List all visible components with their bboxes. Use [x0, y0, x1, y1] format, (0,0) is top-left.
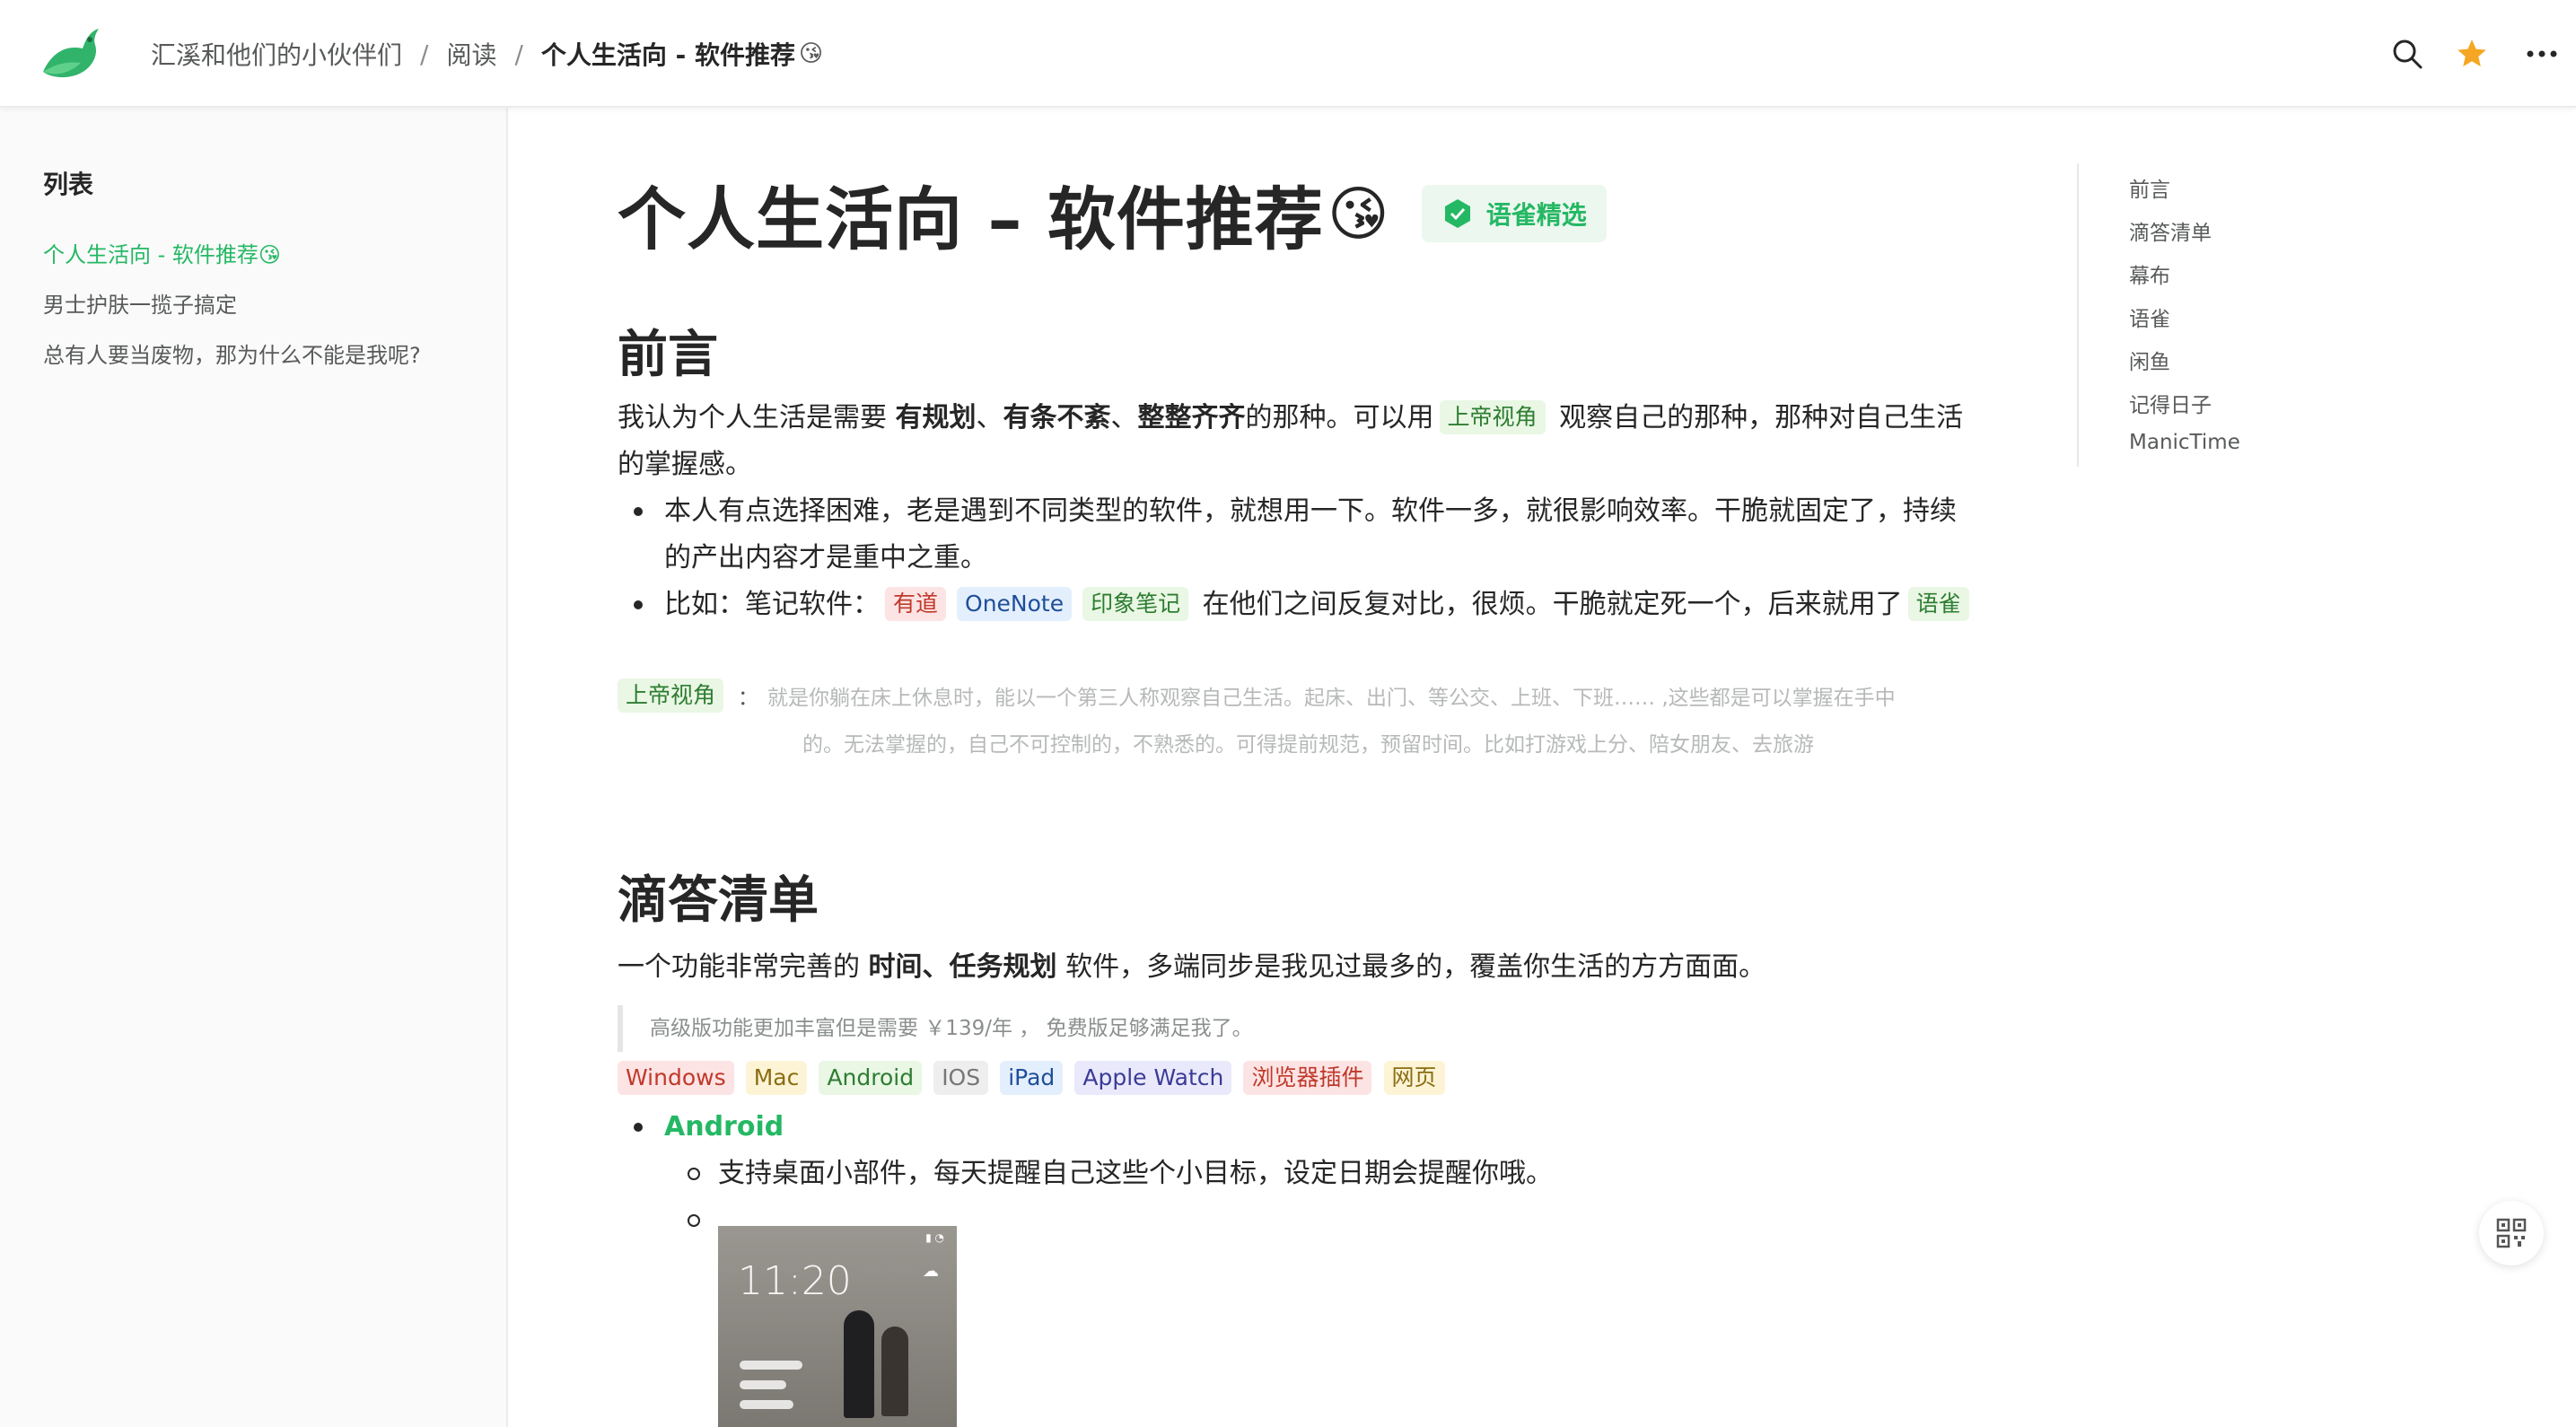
- text: 、: [976, 402, 1003, 433]
- preface-paragraph: 我认为个人生活是需要 有规划、有条不紊、整整齐齐的那种。可以用 上帝视角 观察自己…: [618, 395, 1982, 488]
- more-icon[interactable]: [2522, 34, 2562, 74]
- toc-item-jide-rizi[interactable]: 记得日子: [2129, 388, 2212, 418]
- tag-god-view: 上帝视角: [1439, 400, 1546, 434]
- note-text-1: 就是你躺在床上休息时，能以一个第三人称观察自己生活。起床、出门、等公交、上班、下…: [767, 687, 1896, 710]
- text: 的那种。可以用: [1245, 402, 1434, 433]
- breadcrumb-emoji: 😘: [799, 40, 824, 67]
- search-icon[interactable]: [2388, 34, 2427, 74]
- shield-check-icon: [1444, 199, 1470, 228]
- tag-ios: IOS: [933, 1061, 989, 1095]
- sidebar-title: 列表: [43, 170, 94, 199]
- person-figure: [881, 1326, 908, 1416]
- list-item: 本人有点选择困难，老是遇到不同类型的软件，就想用一下。软件一多，就很影响效率。干…: [634, 488, 1975, 582]
- widget-bar: [740, 1380, 786, 1389]
- breadcrumb-item-team[interactable]: 汇溪和他们的小伙伴们: [151, 36, 402, 72]
- tag-web: 网页: [1383, 1061, 1445, 1095]
- phone-screenshot-image[interactable]: ▮ ◔ 11:20 ☁: [718, 1226, 957, 1427]
- widget-bar: [740, 1361, 802, 1370]
- bold-text: 时间、任务规划: [868, 951, 1057, 983]
- title-row: 个人生活向 – 软件推荐 😘 语雀精选: [618, 169, 1607, 259]
- top-header: 汇溪和他们的小伙伴们 / 阅读 / 个人生活向 - 软件推荐 😘: [0, 0, 2576, 108]
- breadcrumb: 汇溪和他们的小伙伴们 / 阅读 / 个人生活向 - 软件推荐 😘: [151, 34, 823, 74]
- heading-ticktick: 滴答清单: [618, 871, 819, 930]
- ticktick-paragraph: 一个功能非常完善的 时间、任务规划 软件，多端同步是我见过最多的，覆盖你生活的方…: [618, 944, 1982, 991]
- sidebar-item-waste[interactable]: 总有人要当废物，那为什么不能是我呢?: [43, 337, 421, 369]
- qr-code-button[interactable]: [2479, 1201, 2544, 1265]
- bold-text: 整整齐齐: [1137, 402, 1246, 433]
- article-body: 个人生活向 – 软件推荐 😘 语雀精选 前言 我认为个人生活是需要 有规划、有条…: [618, 108, 1982, 1427]
- note-colon: ：: [738, 687, 759, 710]
- yuque-logo-icon[interactable]: [39, 25, 104, 83]
- breadcrumb-item-current: 个人生活向 - 软件推荐: [540, 40, 796, 70]
- widget-bar: [740, 1400, 793, 1409]
- breadcrumb-item-book[interactable]: 阅读: [446, 36, 496, 72]
- bold-text: 有条不紊: [1003, 402, 1111, 433]
- tag-mac: Mac: [745, 1061, 808, 1095]
- toc-item-xianyu[interactable]: 闲鱼: [2129, 345, 2170, 375]
- tag-windows: Windows: [618, 1061, 734, 1095]
- title-emoji: 😘: [1327, 179, 1389, 249]
- text: 软件，多端同步是我见过最多的，覆盖你生活的方方面面。: [1056, 951, 1766, 983]
- status-bar: ▮ ◔: [925, 1231, 944, 1244]
- heading-preface: 前言: [618, 326, 718, 384]
- tag-youdao: 有道: [885, 587, 947, 621]
- tag-evernote: 印象笔记: [1082, 587, 1189, 621]
- note-line: 上帝视角 ： 就是你躺在床上休息时，能以一个第三人称观察自己生活。起床、出门、等公交…: [618, 675, 1982, 722]
- text: 、: [1110, 402, 1138, 433]
- toc-item-preface[interactable]: 前言: [2129, 172, 2170, 203]
- tag-android: Android: [819, 1061, 923, 1095]
- tag-browser-extension: 浏览器插件: [1243, 1061, 1372, 1095]
- tag-onenote: OneNote: [957, 587, 1073, 621]
- android-list-item: Android: [633, 1104, 784, 1151]
- list-item: 比如：笔记软件： 有道 OneNote 印象笔记 在他们之间反复对比，很烦。干脆就定死…: [634, 582, 1975, 628]
- toc-rail: [2077, 163, 2079, 467]
- toc-item-mubu[interactable]: 幕布: [2129, 258, 2170, 289]
- qr-code-icon: [2496, 1218, 2527, 1248]
- platform-tags: Windows Mac Android IOS iPad Apple Watch…: [618, 1061, 1452, 1095]
- text: 一个功能非常完善的: [618, 951, 869, 983]
- phone-clock: 11:20: [738, 1258, 852, 1304]
- person-figure: [844, 1310, 874, 1418]
- sidebar-item-skincare[interactable]: 男士护肤一揽子搞定: [43, 287, 237, 319]
- toc-item-manictime[interactable]: ManicTime: [2129, 431, 2240, 454]
- page-title: 个人生活向 – 软件推荐: [618, 179, 1324, 259]
- tag-ipad: iPad: [1000, 1061, 1064, 1095]
- sub-list-item: 支持桌面小部件，每天提醒自己这些个小目标，设定日期会提醒你哦。: [688, 1151, 1975, 1197]
- tag-apple-watch: Apple Watch: [1074, 1061, 1232, 1095]
- sidebar-item-current-doc[interactable]: 个人生活向 - 软件推荐😘: [43, 237, 281, 268]
- featured-badge-label: 语雀精选: [1485, 200, 1587, 230]
- text: 比如：笔记软件：: [664, 589, 880, 620]
- tag-yuque: 语雀: [1907, 587, 1969, 621]
- breadcrumb-separator: /: [420, 39, 429, 69]
- star-icon[interactable]: [2452, 34, 2492, 74]
- weather-icon: ☁: [923, 1262, 939, 1281]
- note-tag: 上帝视角: [618, 678, 724, 713]
- toc-item-ticktick[interactable]: 滴答清单: [2129, 215, 2212, 246]
- toc-item-yuque[interactable]: 语雀: [2129, 302, 2170, 332]
- featured-badge[interactable]: 语雀精选: [1421, 185, 1607, 242]
- blockquote: 高级版功能更加丰富但是需要 ￥139/年 ， 免费版足够满足我了。: [618, 1005, 1982, 1052]
- sidebar: 列表 个人生活向 - 软件推荐😘 男士护肤一揽子搞定 总有人要当废物，那为什么不…: [0, 108, 508, 1427]
- text: 在他们之间反复对比，很烦。干脆就定死一个，后来就用了: [1194, 589, 1903, 620]
- text: 我认为个人生活是需要: [618, 402, 896, 433]
- note-text-2: 的。无法掌握的，自己不可控制的，不熟悉的。可得提前规范，预留时间。比如打游戏上分…: [802, 733, 1814, 757]
- bold-text: 有规划: [895, 402, 977, 433]
- breadcrumb-separator: /: [514, 39, 523, 69]
